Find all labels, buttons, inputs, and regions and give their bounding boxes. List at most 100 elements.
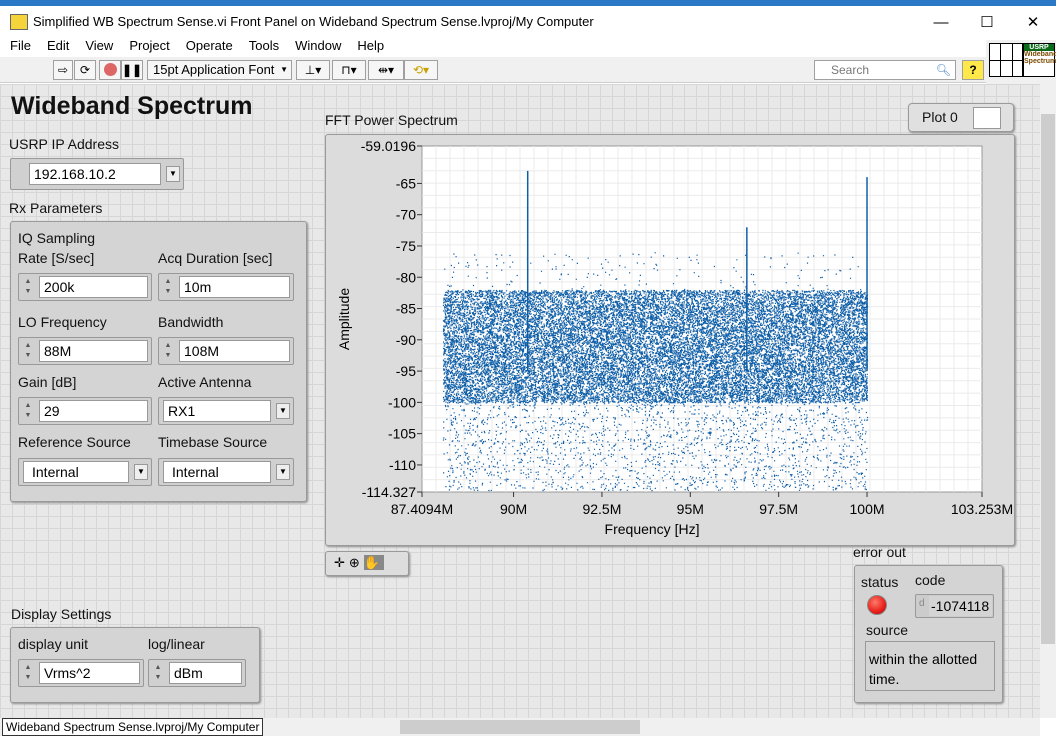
x-tick-label: 100M bbox=[850, 501, 885, 517]
stepper-icon[interactable]: ▲ ▼ bbox=[162, 277, 174, 297]
code-indicator: d -1074118 bbox=[915, 594, 994, 618]
title-bar: Simplified WB Spectrum Sense.vi Front Pa… bbox=[0, 0, 1056, 40]
acq-duration-value[interactable]: 10m bbox=[179, 276, 290, 298]
y-tick-label: -85 bbox=[396, 301, 416, 317]
y-tick-label: -90 bbox=[396, 332, 416, 348]
log-linear-control[interactable]: ▲ ▼ dBm bbox=[148, 659, 246, 687]
chevron-down-icon: ▼ bbox=[280, 65, 288, 74]
rate-control[interactable]: ▲ ▼ 200k bbox=[18, 273, 152, 301]
x-tick-label: 95M bbox=[677, 501, 704, 517]
log-linear-value[interactable]: dBm bbox=[169, 662, 242, 684]
vi-icons: USRP Wideband Spectrum bbox=[986, 40, 1056, 84]
usrp-ip-value[interactable]: 192.168.10.2 bbox=[29, 163, 161, 185]
minimize-button[interactable]: — bbox=[918, 10, 964, 36]
menu-project[interactable]: Project bbox=[129, 38, 169, 53]
display-unit-value[interactable]: Vrms^2 bbox=[39, 662, 140, 684]
menu-help[interactable]: Help bbox=[357, 38, 384, 53]
stepper-icon[interactable]: ▲ ▼ bbox=[22, 277, 34, 297]
plot-legend[interactable]: Plot 0 bbox=[908, 103, 1014, 132]
rate-label: Rate [S/sec] bbox=[18, 250, 95, 266]
pan-tool-icon[interactable]: ✋ bbox=[363, 555, 384, 570]
bandwidth-value[interactable]: 108M bbox=[179, 340, 290, 362]
active-antenna-select[interactable]: RX1 ▼ bbox=[158, 397, 294, 425]
gain-label: Gain [dB] bbox=[18, 374, 77, 390]
fft-chart-svg: 87.4094M 90M 92.5M 95M 97.5M 100M 103.253M -59.… bbox=[336, 138, 1013, 537]
x-axis-label: Frequency [Hz] bbox=[605, 521, 700, 537]
zoom-tool-icon[interactable]: ⊕ bbox=[349, 555, 364, 570]
toolbar: ⇨ ⟳ ❚❚ 15pt Application Font ▼ ⊥▾ ⊓▾ ⇹▾ ⟲… bbox=[0, 57, 986, 83]
code-value: -1074118 bbox=[929, 596, 992, 616]
lo-frequency-control[interactable]: ▲ ▼ 88M bbox=[18, 337, 152, 365]
menu-bar: File Edit View Project Operate Tools Window Hel… bbox=[0, 36, 986, 56]
font-select[interactable]: 15pt Application Font ▼ bbox=[147, 60, 292, 80]
x-tick-label: 87.4094M bbox=[391, 501, 453, 517]
rate-value[interactable]: 200k bbox=[39, 276, 148, 298]
search-icon: 🔍︎ bbox=[935, 63, 951, 77]
reference-source-select[interactable]: Internal ▼ bbox=[18, 458, 152, 486]
menu-operate[interactable]: Operate bbox=[186, 38, 233, 53]
usrp-ip-control[interactable]: 192.168.10.2 ▼ bbox=[10, 158, 184, 190]
menu-tools[interactable]: Tools bbox=[249, 38, 279, 53]
chevron-down-icon[interactable]: ▼ bbox=[276, 403, 290, 419]
bandwidth-control[interactable]: ▲ ▼ 108M bbox=[158, 337, 294, 365]
reference-source-value[interactable]: Internal bbox=[23, 461, 129, 483]
stepper-icon[interactable]: ▲ ▼ bbox=[162, 341, 174, 361]
y-tick-label: -114.327 bbox=[362, 484, 416, 500]
run-button[interactable]: ⇨ bbox=[53, 60, 73, 80]
acq-duration-control[interactable]: ▲ ▼ 10m bbox=[158, 273, 294, 301]
stepper-icon[interactable]: ▲ ▼ bbox=[152, 663, 164, 683]
gain-value[interactable]: 29 bbox=[39, 400, 148, 422]
icon-text: Wideband bbox=[1024, 51, 1056, 58]
connector-pane-icon bbox=[989, 43, 1023, 77]
maximize-button[interactable]: ☐ bbox=[964, 10, 1010, 36]
y-tick-label: -110 bbox=[389, 457, 416, 473]
active-antenna-label: Active Antenna bbox=[158, 374, 252, 390]
timebase-source-select[interactable]: Internal ▼ bbox=[158, 458, 294, 486]
resize-button[interactable]: ⇹▾ bbox=[368, 60, 404, 80]
stepper-icon[interactable]: ▲ ▼ bbox=[22, 401, 34, 421]
code-label: code bbox=[915, 572, 946, 588]
pause-button[interactable]: ❚❚ bbox=[121, 60, 143, 80]
gain-control[interactable]: ▲ ▼ 29 bbox=[18, 397, 152, 425]
y-tick-label: -65 bbox=[396, 175, 416, 191]
legend-swatch bbox=[973, 107, 1001, 129]
stepper-icon[interactable]: ▲ ▼ bbox=[22, 341, 34, 361]
lo-frequency-label: LO Frequency bbox=[18, 314, 107, 330]
timebase-source-label: Timebase Source bbox=[158, 434, 268, 450]
menu-window[interactable]: Window bbox=[295, 38, 341, 53]
align-button[interactable]: ⊥▾ bbox=[296, 60, 330, 80]
iq-sampling-label: IQ Sampling bbox=[18, 230, 96, 246]
lo-frequency-value[interactable]: 88M bbox=[39, 340, 148, 362]
display-unit-label: display unit bbox=[18, 636, 89, 652]
reorder-button[interactable]: ⟲▾ bbox=[404, 60, 438, 80]
help-button[interactable]: ? bbox=[962, 60, 984, 80]
y-tick-label: -70 bbox=[396, 207, 416, 223]
x-tick-label: 90M bbox=[500, 501, 527, 517]
display-settings-label: Display Settings bbox=[11, 606, 112, 622]
status-path: Wideband Spectrum Sense.lvproj/My Comput… bbox=[2, 718, 264, 736]
display-unit-control[interactable]: ▲ ▼ Vrms^2 bbox=[18, 659, 144, 687]
active-antenna-value[interactable]: RX1 bbox=[163, 400, 271, 422]
menu-file[interactable]: File bbox=[10, 38, 31, 53]
menu-view[interactable]: View bbox=[85, 38, 113, 53]
icon-text: USRP bbox=[1024, 44, 1054, 51]
source-text: within the allotted time. bbox=[865, 641, 995, 691]
cursor-tool-icon[interactable]: ✛ bbox=[334, 555, 349, 570]
distribute-button[interactable]: ⊓▾ bbox=[332, 60, 366, 80]
run-continuously-button[interactable]: ⟳ bbox=[74, 60, 96, 80]
timebase-source-value[interactable]: Internal bbox=[163, 461, 271, 483]
abort-button[interactable] bbox=[99, 60, 121, 80]
search-input[interactable]: Search 🔍︎ bbox=[814, 60, 956, 80]
close-button[interactable]: ✕ bbox=[1010, 10, 1056, 36]
menu-edit[interactable]: Edit bbox=[47, 38, 69, 53]
chevron-down-icon[interactable]: ▼ bbox=[276, 464, 290, 480]
stepper-icon[interactable]: ▲ ▼ bbox=[22, 663, 34, 683]
y-tick-label: -95 bbox=[396, 363, 416, 379]
chevron-down-icon[interactable]: ▼ bbox=[166, 166, 180, 182]
source-label: source bbox=[866, 622, 909, 638]
chevron-down-icon[interactable]: ▼ bbox=[134, 464, 148, 480]
x-tick-label: 103.253M bbox=[951, 501, 1013, 517]
rx-parameters-label: Rx Parameters bbox=[9, 200, 103, 216]
y-tick-label: -100 bbox=[388, 394, 416, 410]
vertical-scrollbar[interactable] bbox=[1040, 84, 1056, 718]
